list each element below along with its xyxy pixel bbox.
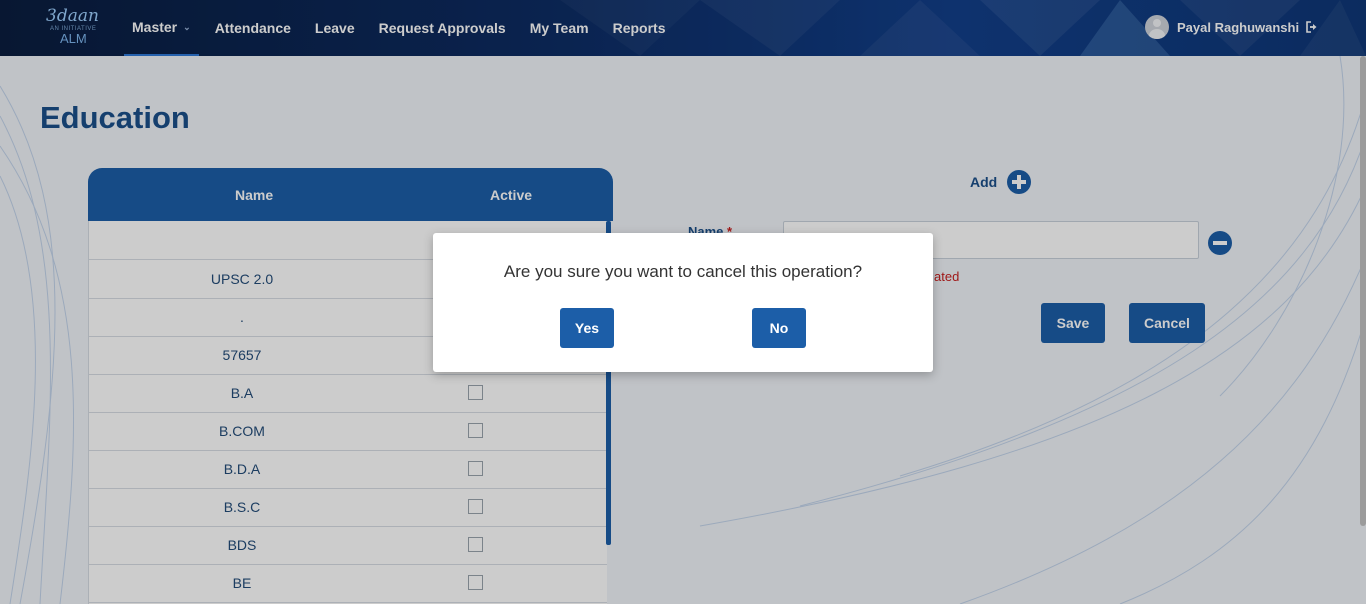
confirm-message: Are you sure you want to cancel this ope… bbox=[503, 262, 863, 281]
no-button[interactable]: No bbox=[752, 308, 806, 348]
confirm-dialog: Are you sure you want to cancel this ope… bbox=[433, 233, 933, 372]
yes-button[interactable]: Yes bbox=[560, 308, 614, 348]
